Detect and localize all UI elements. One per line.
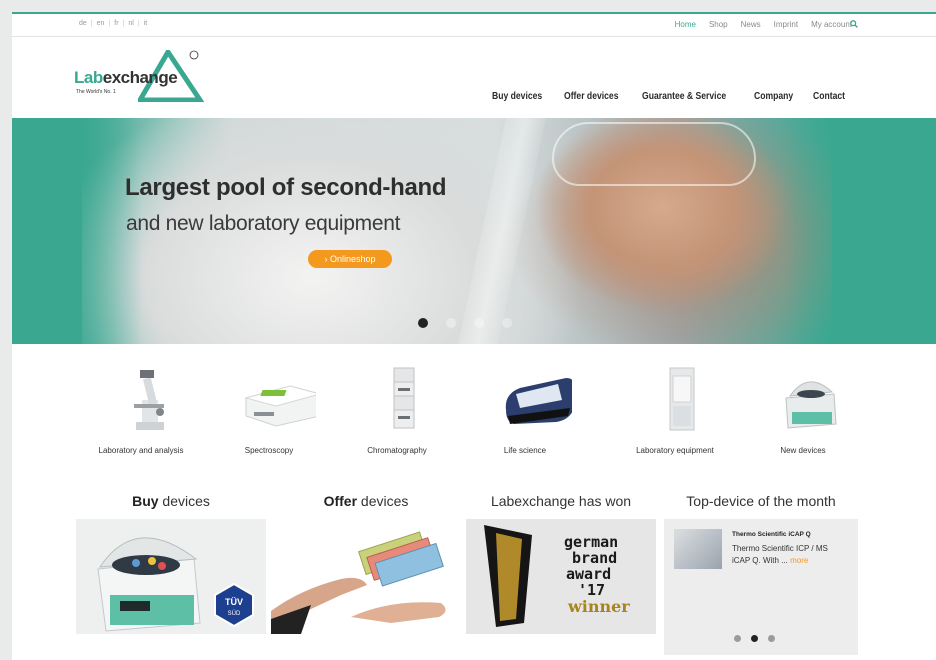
- more-link[interactable]: more: [790, 556, 808, 565]
- offer-devices-card[interactable]: [271, 519, 461, 634]
- svg-text:SÜD: SÜD: [228, 610, 241, 617]
- german-brand-award-image: german brand award '17 winner: [466, 519, 656, 634]
- language-switcher: de | en | fr | nl | it: [78, 20, 149, 27]
- top-device-text: Thermo Scientific ICP / MS iCAP Q. With …: [732, 544, 828, 565]
- brand-award-card[interactable]: german brand award '17 winner: [466, 519, 656, 634]
- hero-subtitle: and new laboratory equipment: [126, 212, 401, 235]
- hero-slider: Largest pool of second-hand and new labo…: [12, 118, 936, 344]
- category-label: Life science: [503, 446, 547, 455]
- top-device-title: Top-device of the month: [686, 493, 836, 509]
- top-device-dot-2[interactable]: [751, 635, 758, 642]
- top-link-my-account[interactable]: My account: [811, 20, 852, 29]
- nav-guarantee-service[interactable]: Guarantee & Service: [642, 91, 726, 102]
- thermocycler-icon: [505, 378, 572, 424]
- category-spectroscopy[interactable]: Spectroscopy: [204, 360, 334, 470]
- offer-devices-title[interactable]: Offer devices: [271, 493, 461, 509]
- buy-devices-card[interactable]: TÜV SÜD: [76, 519, 266, 634]
- chromatograph-icon: [393, 367, 415, 429]
- award-title: Labexchange has won: [490, 493, 632, 509]
- category-list: Laboratory and analysis Spectroscopy Chr…: [76, 360, 866, 470]
- hero-pagination: [418, 318, 512, 328]
- top-links: Home Shop News Imprint My account: [675, 20, 852, 29]
- fume-hood-icon: [669, 367, 695, 431]
- hero-title: Largest pool of second-hand: [125, 174, 447, 201]
- top-link-imprint[interactable]: Imprint: [774, 20, 798, 29]
- svg-text:winner: winner: [567, 597, 630, 616]
- nav-offer-devices[interactable]: Offer devices: [564, 91, 619, 102]
- hero-goggles-image: [552, 122, 756, 186]
- svg-text:TÜV: TÜV: [225, 597, 243, 607]
- lang-nl[interactable]: nl: [127, 20, 134, 27]
- lang-fr[interactable]: fr: [113, 20, 119, 27]
- tuv-badge-icon: TÜV SÜD: [214, 583, 254, 627]
- hero-dot-3[interactable]: [474, 318, 484, 328]
- nav-contact[interactable]: Contact: [813, 91, 845, 102]
- top-link-news[interactable]: News: [741, 20, 761, 29]
- nav-buy-devices[interactable]: Buy devices: [492, 91, 542, 102]
- onlineshop-button[interactable]: › Onlineshop: [308, 250, 392, 268]
- lang-en[interactable]: en: [96, 20, 106, 27]
- top-link-shop[interactable]: Shop: [709, 20, 728, 29]
- top-device-dot-3[interactable]: [768, 635, 775, 642]
- hero-dot-2[interactable]: [446, 318, 456, 328]
- logo-wordmark: Labexchange: [74, 68, 178, 87]
- spectrometer-icon: [244, 385, 316, 427]
- top-device-dot-1[interactable]: [734, 635, 741, 642]
- microscope-icon: [134, 370, 164, 430]
- main-nav: Buy devices Offer devices Guarantee & Se…: [492, 91, 845, 102]
- page: de | en | fr | nl | it Home Shop News Imprin…: [12, 12, 936, 660]
- hero-dot-4[interactable]: [502, 318, 512, 328]
- top-device-thumbnail[interactable]: [674, 529, 722, 569]
- nav-company[interactable]: Company: [754, 91, 793, 102]
- logo-tagline: The World's No. 1: [76, 89, 116, 95]
- top-device-pagination: [734, 635, 775, 642]
- category-chromatography[interactable]: Chromatography: [332, 360, 462, 470]
- category-label: Chromatography: [367, 446, 427, 455]
- top-device-heading[interactable]: Thermo Scientific iCAP Q: [732, 531, 811, 538]
- money-hands-image: [271, 519, 461, 634]
- category-laboratory-equipment[interactable]: Laboratory equipment: [610, 360, 740, 470]
- centrifuge-icon: [785, 381, 837, 429]
- search-icon[interactable]: [850, 20, 858, 28]
- category-laboratory-analysis[interactable]: Laboratory and analysis: [76, 360, 206, 470]
- hero-dot-1[interactable]: [418, 318, 428, 328]
- category-label: Laboratory and analysis: [98, 446, 184, 455]
- top-link-home[interactable]: Home: [675, 20, 696, 29]
- category-label: Laboratory equipment: [636, 446, 714, 455]
- labexchange-logo[interactable]: Labexchange The World's No. 1: [74, 50, 214, 104]
- category-new-devices[interactable]: New devices: [738, 360, 868, 470]
- lang-de[interactable]: de: [78, 20, 88, 27]
- buy-devices-title[interactable]: Buy devices: [76, 493, 266, 509]
- category-label: Spectroscopy: [244, 446, 294, 455]
- category-label: New devices: [780, 446, 826, 455]
- top-bar: de | en | fr | nl | it Home Shop News Imprin…: [12, 14, 936, 37]
- top-device-card[interactable]: Thermo Scientific iCAP Q Thermo Scientif…: [664, 519, 858, 655]
- lang-it[interactable]: it: [143, 20, 149, 27]
- category-life-science[interactable]: Life science: [460, 360, 590, 470]
